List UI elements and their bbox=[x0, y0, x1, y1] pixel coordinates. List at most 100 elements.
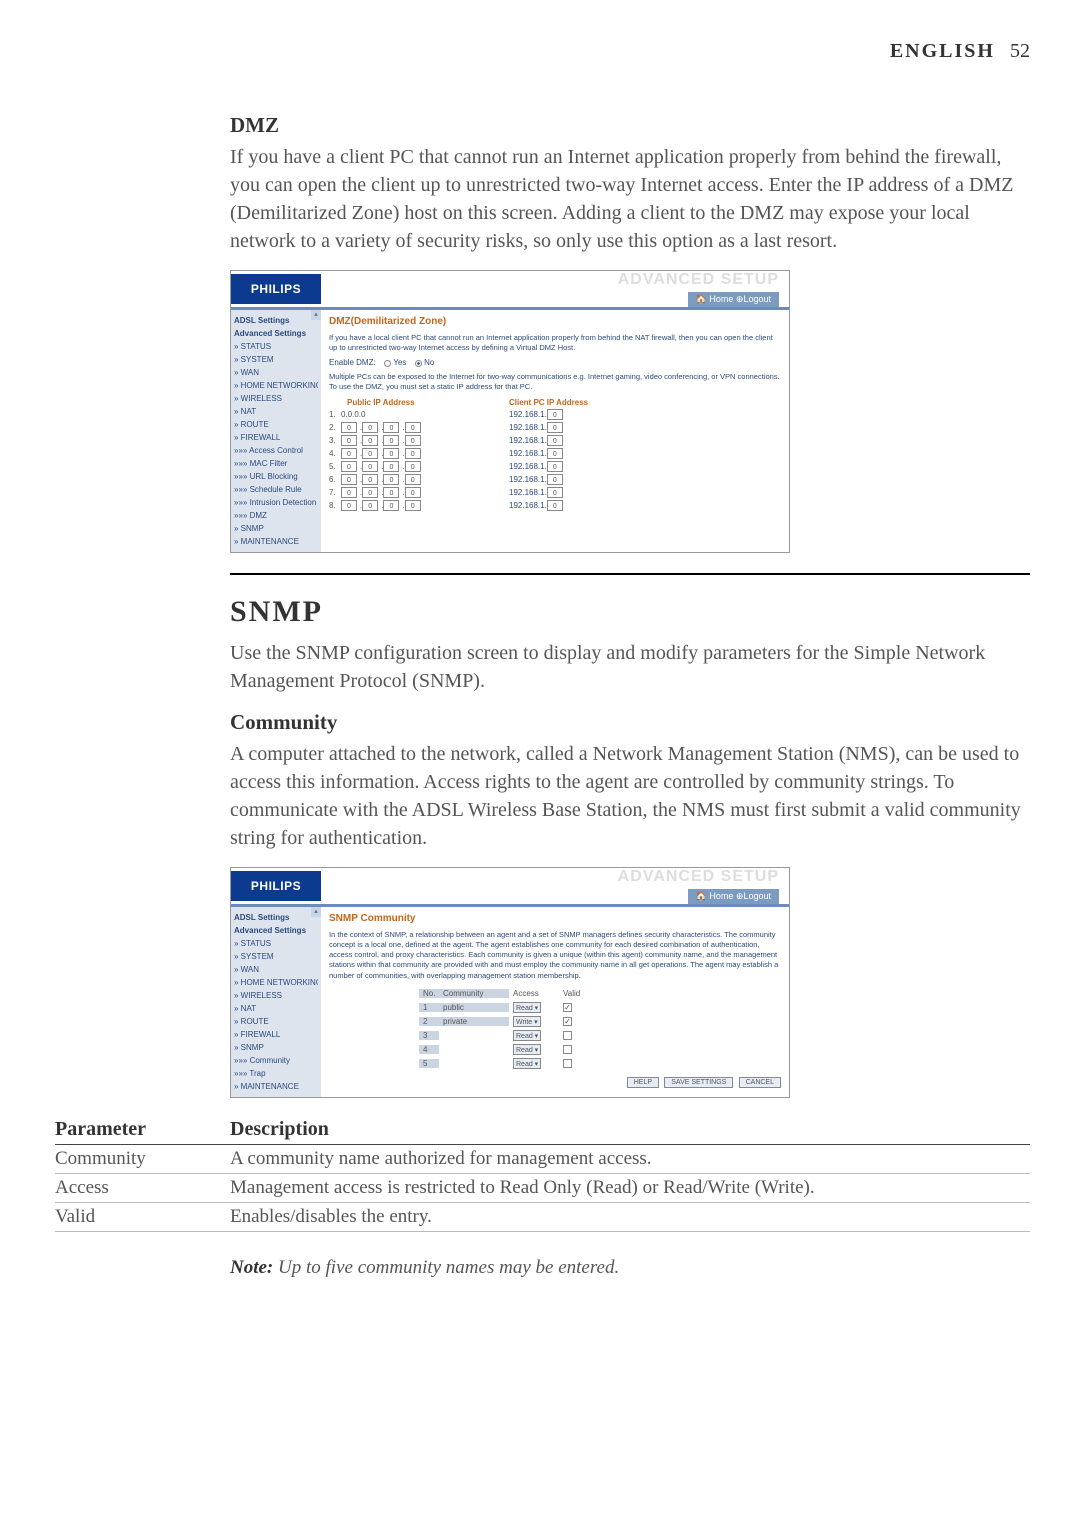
sidebar-item[interactable]: » WIRELESS bbox=[234, 392, 318, 405]
ip-octet[interactable]: 0 bbox=[341, 487, 357, 498]
ip-octet[interactable]: 0 bbox=[362, 461, 378, 472]
access-select[interactable]: Read ▾ bbox=[513, 1030, 541, 1041]
access-select[interactable]: Read ▾ bbox=[513, 1058, 541, 1069]
save-settings-button[interactable]: SAVE SETTINGS bbox=[664, 1077, 733, 1088]
client-ip-octet[interactable]: 0 bbox=[547, 461, 563, 472]
sidebar-item[interactable]: » MAINTENANCE bbox=[234, 535, 318, 548]
community-body: A computer attached to the network, call… bbox=[230, 740, 1030, 852]
parameter-table: Parameter CommunityAccessValid Descripti… bbox=[55, 1118, 1030, 1232]
valid-checkbox[interactable] bbox=[563, 1031, 572, 1040]
client-ip-octet[interactable]: 0 bbox=[547, 487, 563, 498]
ip-octet[interactable]: 0 bbox=[405, 461, 421, 472]
sidebar-item[interactable]: » MAINTENANCE bbox=[234, 1080, 318, 1093]
scroll-up-icon[interactable]: ▴ bbox=[311, 907, 321, 917]
access-select[interactable]: Read ▾ bbox=[513, 1002, 541, 1013]
ip-octet[interactable]: 0 bbox=[383, 500, 399, 511]
snmp-desc: In the context of SNMP, a relationship b… bbox=[329, 930, 781, 981]
ip-octet[interactable]: 0 bbox=[383, 435, 399, 446]
sidebar-item[interactable]: »»» DMZ bbox=[234, 509, 318, 522]
dmz-row: 7.0.0.0.0192.168.1.0 bbox=[329, 487, 781, 498]
sidebar-item[interactable]: »»» URL Blocking bbox=[234, 470, 318, 483]
sidebar-item[interactable]: » SYSTEM bbox=[234, 353, 318, 366]
ip-octet[interactable]: 0 bbox=[341, 461, 357, 472]
sidebar-item[interactable]: » WAN bbox=[234, 366, 318, 379]
ip-octet[interactable]: 0 bbox=[362, 474, 378, 485]
sidebar-item[interactable]: »»» Access Control bbox=[234, 444, 318, 457]
ip-octet[interactable]: 0 bbox=[405, 500, 421, 511]
ip-octet[interactable]: 0 bbox=[362, 448, 378, 459]
radio-yes[interactable] bbox=[384, 360, 391, 367]
sidebar-item[interactable]: ADSL Settings bbox=[234, 314, 318, 327]
dmz-body: If you have a client PC that cannot run … bbox=[230, 143, 1030, 255]
sidebar-item[interactable]: »»» Schedule Rule bbox=[234, 483, 318, 496]
sidebar-item[interactable]: » WIRELESS bbox=[234, 989, 318, 1002]
sidebar-item[interactable]: » STATUS bbox=[234, 340, 318, 353]
sidebar-item[interactable]: » FIREWALL bbox=[234, 1028, 318, 1041]
client-ip-octet[interactable]: 0 bbox=[547, 422, 563, 433]
valid-checkbox[interactable] bbox=[563, 1059, 572, 1068]
ip-octet[interactable]: 0 bbox=[383, 487, 399, 498]
radio-no[interactable] bbox=[415, 360, 422, 367]
param-cell: Access bbox=[55, 1174, 230, 1203]
sidebar-item[interactable]: » WAN bbox=[234, 963, 318, 976]
ip-octet[interactable]: 0 bbox=[362, 435, 378, 446]
client-ip-octet[interactable]: 0 bbox=[547, 448, 563, 459]
client-ip-prefix: 192.168.1. bbox=[509, 501, 547, 510]
ip-octet[interactable]: 0 bbox=[341, 422, 357, 433]
ip-octet[interactable]: 0 bbox=[405, 422, 421, 433]
ip-octet[interactable]: 0 bbox=[405, 435, 421, 446]
ip-octet[interactable]: 0 bbox=[362, 487, 378, 498]
ip-octet[interactable]: 0 bbox=[341, 435, 357, 446]
sidebar-item[interactable]: » NAT bbox=[234, 1002, 318, 1015]
ip-octet[interactable]: 0 bbox=[383, 461, 399, 472]
sidebar-item[interactable]: » SNMP bbox=[234, 1041, 318, 1054]
sidebar-item[interactable]: »»» Trap bbox=[234, 1067, 318, 1080]
cancel-button[interactable]: CANCEL bbox=[739, 1077, 781, 1088]
sidebar-item[interactable]: »»» Intrusion Detection bbox=[234, 496, 318, 509]
sidebar-item[interactable]: » NAT bbox=[234, 405, 318, 418]
desc-cell: Management access is restricted to Read … bbox=[230, 1174, 1030, 1203]
ip-octet[interactable]: 0 bbox=[383, 422, 399, 433]
sidebar-item[interactable]: Advanced Settings bbox=[234, 924, 318, 937]
home-logout-links[interactable]: 🏠 Home ⊕Logout bbox=[688, 889, 779, 904]
help-button[interactable]: HELP bbox=[627, 1077, 659, 1088]
valid-checkbox[interactable] bbox=[563, 1045, 572, 1054]
dmz-row: 4.0.0.0.0192.168.1.0 bbox=[329, 448, 781, 459]
sidebar-item[interactable]: » STATUS bbox=[234, 937, 318, 950]
client-ip-octet[interactable]: 0 bbox=[547, 409, 563, 420]
client-ip-octet[interactable]: 0 bbox=[547, 435, 563, 446]
sidebar-item[interactable]: »»» Community bbox=[234, 1054, 318, 1067]
ip-octet[interactable]: 0 bbox=[341, 448, 357, 459]
ip-octet[interactable]: 0 bbox=[383, 448, 399, 459]
ip-octet[interactable]: 0 bbox=[405, 474, 421, 485]
valid-checkbox[interactable] bbox=[563, 1003, 572, 1012]
client-ip-octet[interactable]: 0 bbox=[547, 500, 563, 511]
ip-octet[interactable]: 0 bbox=[341, 474, 357, 485]
sidebar-item[interactable]: » ROUTE bbox=[234, 1015, 318, 1028]
client-ip-prefix: 192.168.1. bbox=[509, 488, 547, 497]
sidebar-item[interactable]: » HOME NETWORKING bbox=[234, 976, 318, 989]
sidebar-item[interactable]: Advanced Settings bbox=[234, 327, 318, 340]
sidebar-item[interactable]: » SNMP bbox=[234, 522, 318, 535]
sidebar-item[interactable]: » HOME NETWORKING bbox=[234, 379, 318, 392]
ip-octet[interactable]: 0 bbox=[405, 487, 421, 498]
sidebar-item[interactable]: » ROUTE bbox=[234, 418, 318, 431]
sidebar-item[interactable]: »»» MAC Filter bbox=[234, 457, 318, 470]
valid-checkbox[interactable] bbox=[563, 1017, 572, 1026]
snmp-title: SNMP bbox=[230, 595, 1030, 629]
ip-octet[interactable]: 0 bbox=[383, 474, 399, 485]
page-number: 52 bbox=[1010, 40, 1030, 62]
scroll-up-icon[interactable]: ▴ bbox=[311, 310, 321, 320]
ip-octet[interactable]: 0 bbox=[405, 448, 421, 459]
ip-octet[interactable]: 0 bbox=[362, 422, 378, 433]
dmz-content-title: DMZ(Demilitarized Zone) bbox=[329, 316, 781, 327]
sidebar-item[interactable]: » FIREWALL bbox=[234, 431, 318, 444]
access-select[interactable]: Write ▾ bbox=[513, 1016, 541, 1027]
home-logout-links[interactable]: 🏠 Home ⊕Logout bbox=[688, 292, 779, 307]
ip-octet[interactable]: 0 bbox=[362, 500, 378, 511]
sidebar-item[interactable]: ADSL Settings bbox=[234, 911, 318, 924]
ip-octet[interactable]: 0 bbox=[341, 500, 357, 511]
access-select[interactable]: Read ▾ bbox=[513, 1044, 541, 1055]
client-ip-octet[interactable]: 0 bbox=[547, 474, 563, 485]
sidebar-item[interactable]: » SYSTEM bbox=[234, 950, 318, 963]
